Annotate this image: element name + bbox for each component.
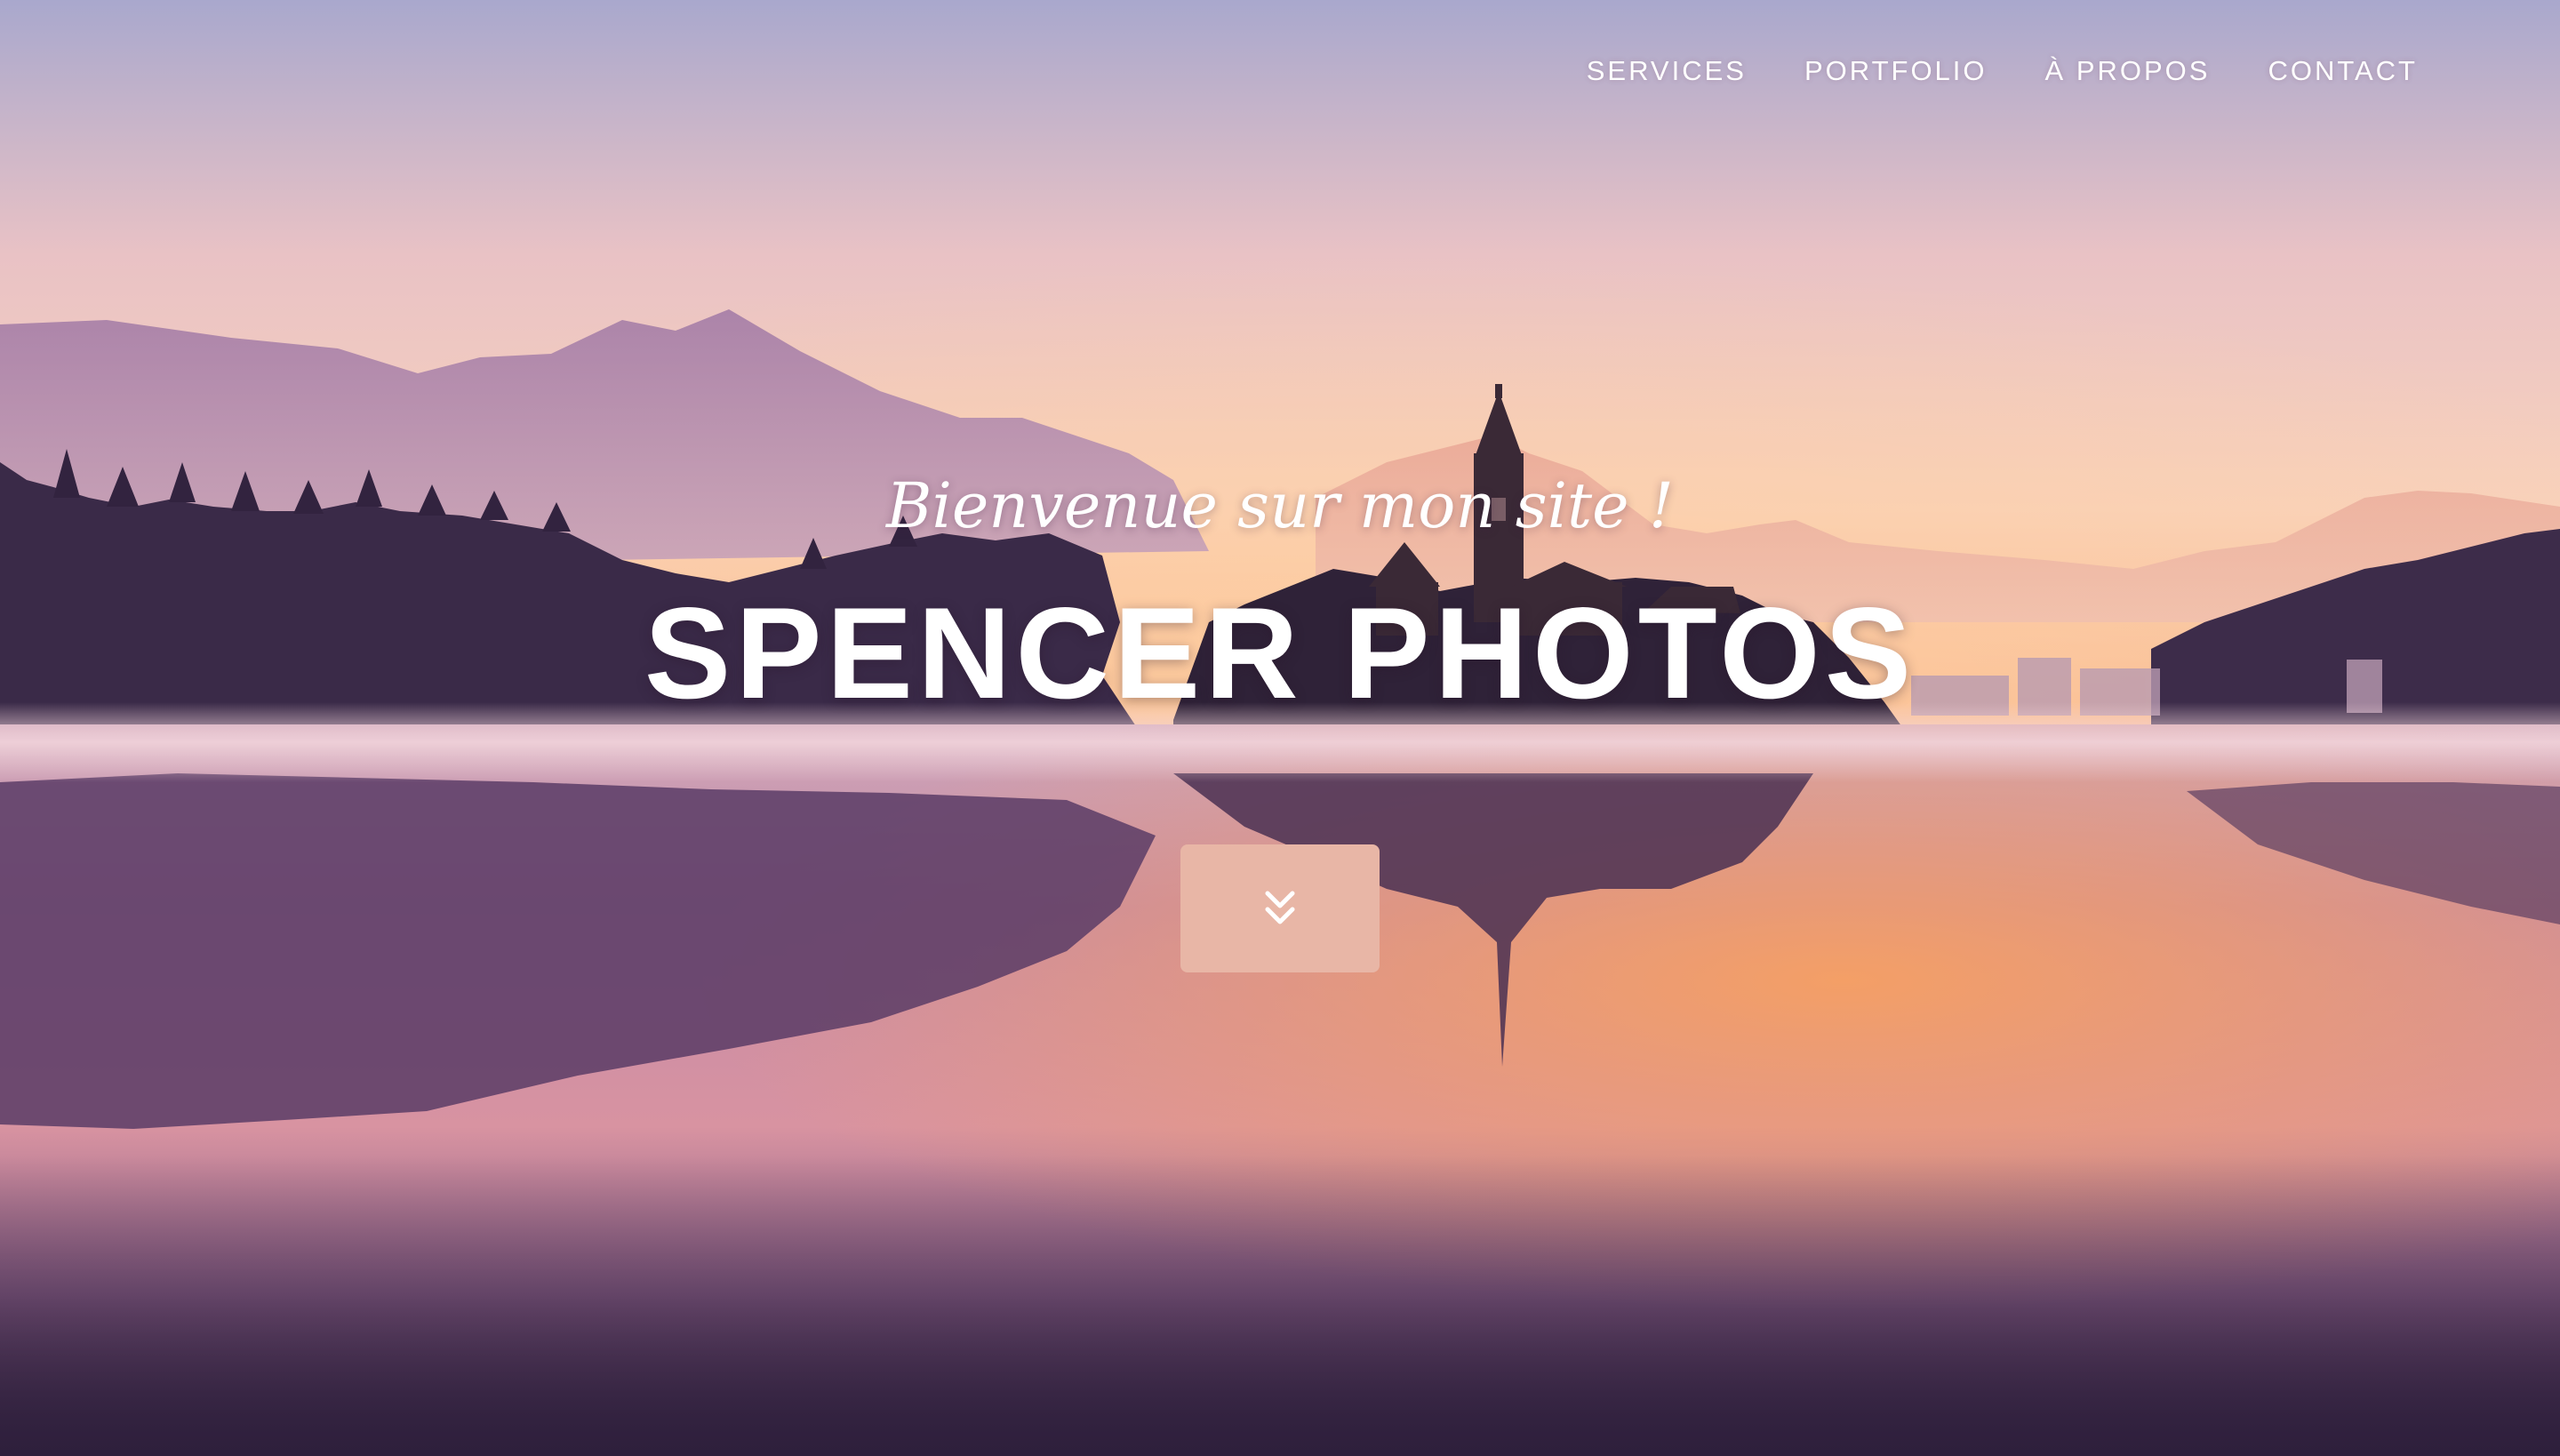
double-chevron-down-icon	[1265, 891, 1295, 924]
nav-portfolio-link[interactable]: PORTFOLIO	[1804, 55, 1988, 87]
main-navigation: SERVICES PORTFOLIO À PROPOS CONTACT	[1587, 55, 2418, 87]
welcome-subtitle: Bienvenue sur mon site !	[886, 469, 1674, 542]
hero-section: SERVICES PORTFOLIO À PROPOS CONTACT Bien…	[0, 0, 2560, 1456]
nav-contact-link[interactable]: CONTACT	[2268, 55, 2418, 87]
nav-about-link[interactable]: À PROPOS	[2045, 55, 2211, 87]
nav-services-link[interactable]: SERVICES	[1587, 55, 1747, 87]
hero-background-image	[0, 0, 2560, 1456]
scroll-down-button[interactable]	[1180, 844, 1380, 972]
site-title: SPENCER PHOTOS	[644, 580, 1916, 725]
